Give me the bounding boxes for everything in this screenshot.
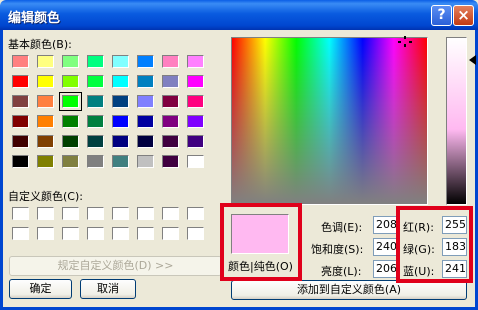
basic-color-swatch[interactable] bbox=[187, 95, 204, 108]
basic-color-swatch[interactable] bbox=[137, 135, 154, 148]
luminance-arrow-icon[interactable] bbox=[469, 55, 476, 65]
basic-color-swatch[interactable] bbox=[187, 135, 204, 148]
custom-color-swatch[interactable] bbox=[112, 207, 129, 220]
basic-color-swatch[interactable] bbox=[162, 55, 179, 68]
basic-color-swatch[interactable] bbox=[137, 75, 154, 88]
saturation-label: 饱和度(S): bbox=[311, 243, 364, 256]
basic-color-swatch[interactable] bbox=[37, 115, 54, 128]
window-title: 编辑颜色 bbox=[8, 11, 61, 26]
define-custom-colors-button[interactable]: 规定自定义颜色(D) >> bbox=[9, 256, 222, 276]
custom-color-swatch[interactable] bbox=[112, 227, 129, 240]
basic-color-swatch[interactable] bbox=[37, 135, 54, 148]
custom-color-swatch[interactable] bbox=[187, 227, 204, 240]
basic-color-swatch[interactable] bbox=[37, 55, 54, 68]
custom-color-swatch[interactable] bbox=[137, 227, 154, 240]
luminance-label: 亮度(L): bbox=[321, 265, 362, 278]
custom-color-swatch[interactable] bbox=[12, 207, 29, 220]
basic-color-swatch[interactable] bbox=[37, 155, 54, 168]
custom-color-swatch[interactable] bbox=[87, 207, 104, 220]
basic-color-swatch[interactable] bbox=[87, 75, 104, 88]
basic-color-swatch[interactable] bbox=[137, 155, 154, 168]
basic-color-swatch[interactable] bbox=[187, 115, 204, 128]
custom-color-swatch[interactable] bbox=[37, 227, 54, 240]
highlight-box-rgb bbox=[396, 206, 473, 283]
basic-color-swatch[interactable] bbox=[112, 155, 129, 168]
basic-color-swatch[interactable] bbox=[87, 155, 104, 168]
basic-color-swatch[interactable] bbox=[37, 75, 54, 88]
basic-color-swatch[interactable] bbox=[12, 155, 29, 168]
custom-color-swatch[interactable] bbox=[62, 207, 79, 220]
hue-field[interactable]: 208 bbox=[373, 216, 398, 234]
basic-color-swatch[interactable] bbox=[137, 55, 154, 68]
custom-color-swatch[interactable] bbox=[37, 207, 54, 220]
ok-button[interactable]: 确定 bbox=[9, 279, 72, 299]
custom-colors-label: 自定义颜色(C): bbox=[8, 190, 83, 203]
basic-color-swatch[interactable] bbox=[59, 92, 82, 111]
basic-color-swatch[interactable] bbox=[112, 95, 129, 108]
basic-color-swatch[interactable] bbox=[112, 115, 129, 128]
basic-color-swatch[interactable] bbox=[187, 75, 204, 88]
luminance-slider[interactable] bbox=[446, 37, 467, 205]
basic-color-swatch[interactable] bbox=[112, 75, 129, 88]
custom-color-swatch[interactable] bbox=[162, 207, 179, 220]
basic-color-swatch[interactable] bbox=[37, 95, 54, 108]
basic-color-swatch[interactable] bbox=[187, 155, 204, 168]
basic-color-swatch[interactable] bbox=[162, 75, 179, 88]
color-spectrum[interactable] bbox=[231, 37, 428, 205]
close-button[interactable]: × bbox=[453, 5, 474, 26]
help-button[interactable]: ? bbox=[431, 5, 452, 26]
basic-color-swatch[interactable] bbox=[12, 55, 29, 68]
custom-color-swatch[interactable] bbox=[87, 227, 104, 240]
basic-color-swatch[interactable] bbox=[62, 55, 79, 68]
basic-color-swatch[interactable] bbox=[62, 135, 79, 148]
basic-color-swatch[interactable] bbox=[162, 95, 179, 108]
highlight-box-preview bbox=[220, 203, 302, 281]
crosshair-icon bbox=[398, 36, 412, 47]
title-bar[interactable]: 编辑颜色 ? × bbox=[0, 0, 478, 30]
basic-color-swatch[interactable] bbox=[87, 135, 104, 148]
basic-colors-label: 基本颜色(B): bbox=[8, 38, 72, 51]
basic-color-swatch[interactable] bbox=[162, 135, 179, 148]
luminance-field[interactable]: 206 bbox=[373, 260, 398, 278]
basic-color-swatch[interactable] bbox=[12, 75, 29, 88]
custom-color-swatch[interactable] bbox=[137, 207, 154, 220]
basic-color-swatch[interactable] bbox=[12, 115, 29, 128]
custom-color-swatch[interactable] bbox=[162, 227, 179, 240]
add-to-custom-colors-button[interactable]: 添加到自定义颜色(A) bbox=[231, 280, 467, 300]
basic-color-swatch[interactable] bbox=[62, 115, 79, 128]
basic-color-swatch[interactable] bbox=[62, 75, 79, 88]
basic-color-swatch[interactable] bbox=[62, 155, 79, 168]
basic-color-swatch[interactable] bbox=[12, 95, 29, 108]
basic-color-swatch[interactable] bbox=[87, 55, 104, 68]
basic-color-swatch[interactable] bbox=[87, 95, 104, 108]
basic-color-swatch[interactable] bbox=[112, 135, 129, 148]
basic-color-swatch[interactable] bbox=[137, 95, 154, 108]
custom-color-swatch[interactable] bbox=[12, 227, 29, 240]
cancel-button[interactable]: 取消 bbox=[80, 279, 136, 299]
hue-label: 色调(E): bbox=[321, 221, 363, 234]
basic-color-swatch[interactable] bbox=[137, 115, 154, 128]
saturation-field[interactable]: 240 bbox=[373, 238, 398, 256]
basic-color-swatch[interactable] bbox=[162, 115, 179, 128]
basic-color-swatch[interactable] bbox=[12, 135, 29, 148]
basic-color-swatch[interactable] bbox=[87, 115, 104, 128]
basic-color-swatch[interactable] bbox=[162, 155, 179, 168]
basic-color-swatch[interactable] bbox=[187, 55, 204, 68]
basic-color-swatch[interactable] bbox=[112, 55, 129, 68]
custom-color-swatch[interactable] bbox=[187, 207, 204, 220]
custom-color-swatch[interactable] bbox=[62, 227, 79, 240]
